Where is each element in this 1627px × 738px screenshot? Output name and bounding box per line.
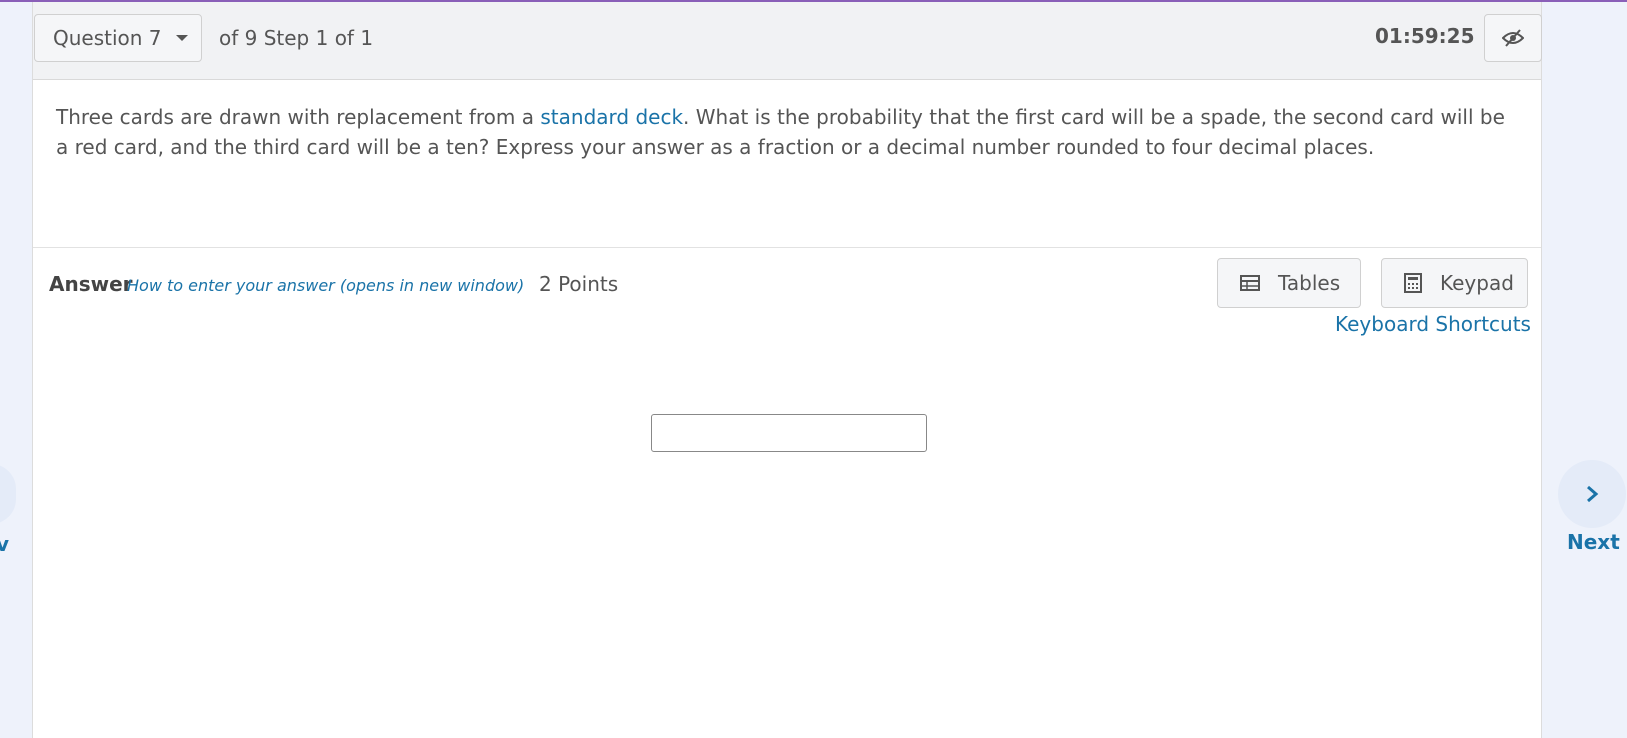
answer-label: Answer bbox=[49, 272, 133, 296]
chevron-right-icon bbox=[1587, 485, 1599, 503]
next-button[interactable]: Next bbox=[1556, 458, 1626, 558]
calculator-icon bbox=[1404, 273, 1422, 293]
tables-button[interactable]: Tables bbox=[1217, 258, 1361, 308]
question-selector-label: Question 7 bbox=[53, 26, 162, 50]
next-label[interactable]: Next bbox=[1567, 530, 1620, 554]
keypad-label: Keypad bbox=[1440, 271, 1514, 295]
question-text-part-1: Three cards are drawn with replacement f… bbox=[56, 105, 541, 129]
how-to-enter-answer-link[interactable]: How to enter your answer (opens in new w… bbox=[127, 276, 524, 295]
question-header: Question 7 of 9 Step 1 of 1 01:59:25 bbox=[33, 2, 1542, 80]
keyboard-shortcuts-link[interactable]: Keyboard Shortcuts bbox=[1335, 312, 1531, 336]
left-nav-area: v bbox=[0, 2, 32, 738]
chevron-down-icon bbox=[175, 35, 188, 41]
next-circle[interactable] bbox=[1558, 460, 1626, 528]
previous-label[interactable]: v bbox=[0, 532, 9, 556]
tables-label: Tables bbox=[1278, 271, 1341, 295]
eye-slash-icon bbox=[1502, 29, 1524, 47]
standard-deck-link[interactable]: standard deck bbox=[540, 105, 683, 129]
previous-button[interactable] bbox=[0, 464, 16, 524]
keypad-button[interactable]: Keypad bbox=[1381, 258, 1528, 308]
question-text: Three cards are drawn with replacement f… bbox=[56, 102, 1516, 162]
right-nav-area bbox=[1542, 2, 1627, 738]
table-icon bbox=[1240, 275, 1260, 291]
points-value: 2 Points bbox=[539, 272, 619, 296]
question-selector-dropdown[interactable]: Question 7 bbox=[34, 14, 202, 62]
timer: 01:59:25 bbox=[1375, 24, 1475, 48]
answer-input[interactable] bbox=[651, 414, 927, 452]
question-panel: Question 7 of 9 Step 1 of 1 01:59:25 Thr… bbox=[32, 2, 1542, 738]
step-info: of 9 Step 1 of 1 bbox=[219, 26, 374, 50]
hide-timer-button[interactable] bbox=[1484, 14, 1542, 62]
section-divider bbox=[33, 247, 1541, 248]
